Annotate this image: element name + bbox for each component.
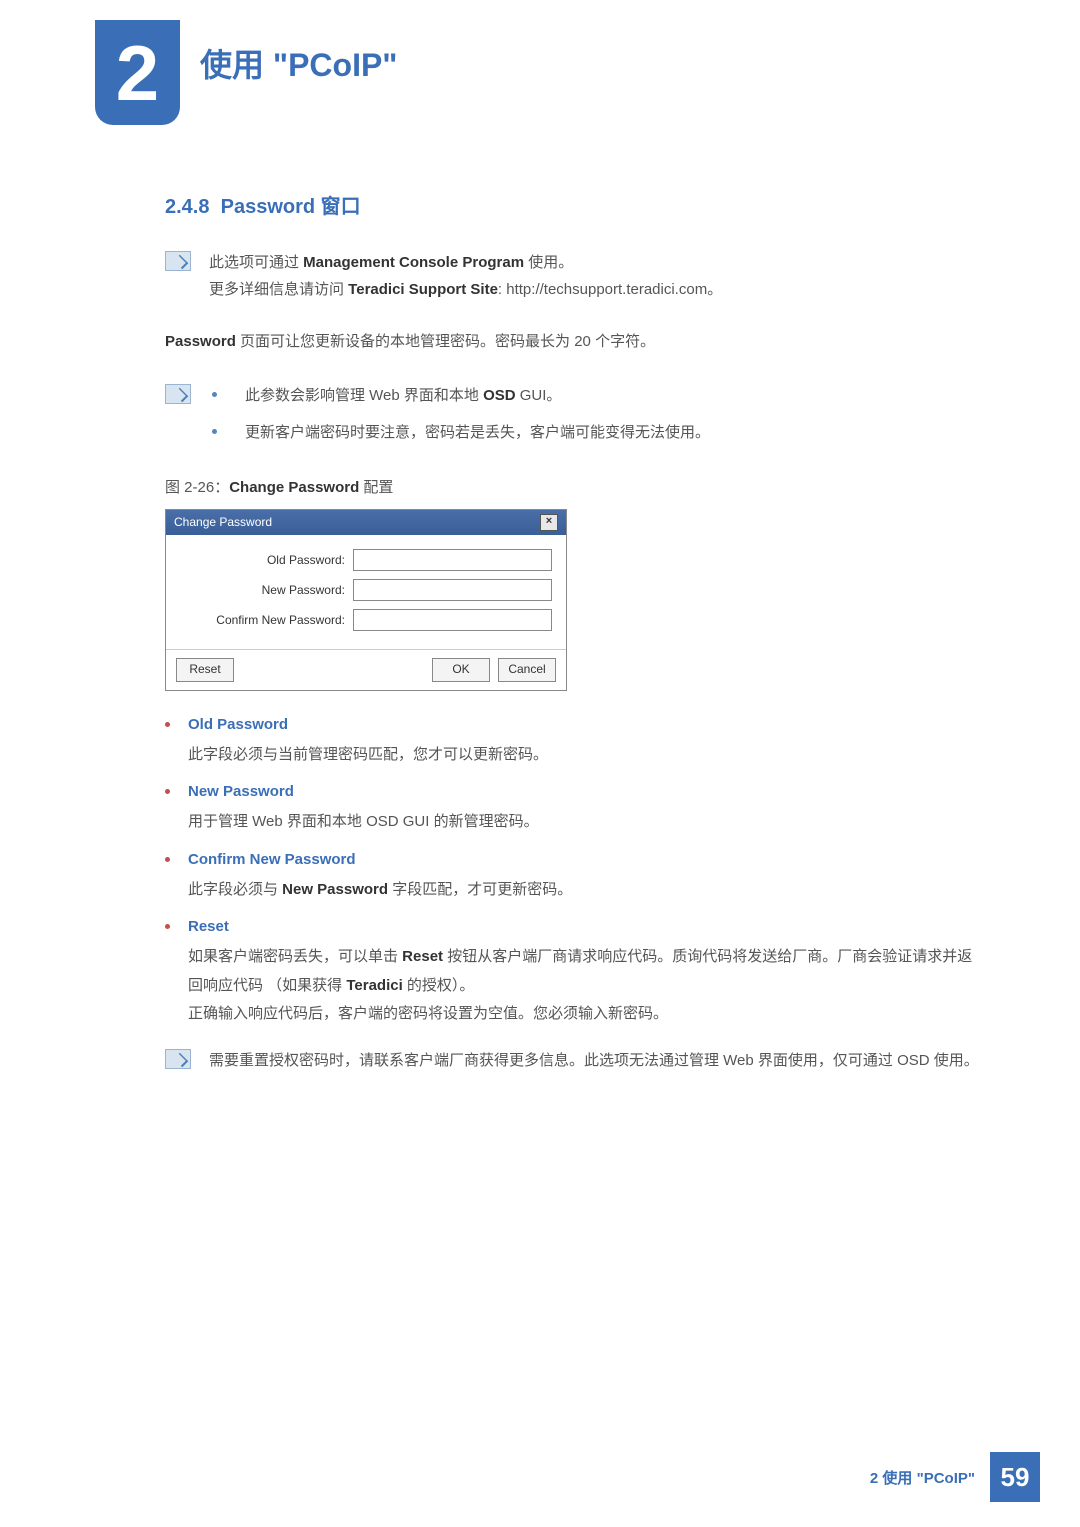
def-reset-b2: Teradici bbox=[346, 977, 402, 994]
note-block-2: 此参数会影响管理 Web 界面和本地 OSD GUI。 更新客户端密码时要注意，… bbox=[165, 382, 985, 456]
reset-button[interactable]: Reset bbox=[176, 658, 234, 682]
note3-text: 需要重置授权密码时，请联系客户端厂商获得更多信息。此选项无法通过管理 Web 界… bbox=[209, 1047, 979, 1074]
note1-l1-bold: Management Console Program bbox=[303, 254, 524, 271]
new-password-input[interactable] bbox=[353, 579, 552, 601]
bullet-dot bbox=[165, 789, 170, 794]
confirm-password-input[interactable] bbox=[353, 609, 552, 631]
body1-text: 页面可让您更新设备的本地管理密码。密码最长为 20 个字符。 bbox=[236, 333, 655, 350]
page-footer: 2 使用 "PCoIP" 59 bbox=[870, 1452, 1040, 1502]
bullet-dot bbox=[212, 392, 217, 397]
note1-l2-suffix: : http://techsupport.teradici.com。 bbox=[498, 281, 722, 298]
definition-list: Old Password 此字段必须与当前管理密码匹配，您才可以更新密码。 Ne… bbox=[165, 716, 985, 1029]
ok-button[interactable]: OK bbox=[432, 658, 490, 682]
bullet-dot bbox=[165, 857, 170, 862]
note2-b1-prefix: 此参数会影响管理 Web 界面和本地 bbox=[245, 387, 483, 404]
change-password-dialog: Change Password × Old Password: New Pass… bbox=[165, 509, 567, 691]
def-reset-s1: 的授权）。 bbox=[403, 977, 475, 994]
footer-text: 2 使用 "PCoIP" bbox=[870, 1467, 975, 1488]
section-number: 2.4.8 bbox=[165, 196, 209, 218]
bullet-dot bbox=[165, 722, 170, 727]
def-body-confirm: 此字段必须与 New Password 字段匹配，才可更新密码。 bbox=[188, 876, 985, 905]
note1-l1-suffix: 使用。 bbox=[524, 254, 573, 271]
note-block-3: 需要重置授权密码时，请联系客户端厂商获得更多信息。此选项无法通过管理 Web 界… bbox=[165, 1047, 985, 1074]
old-password-input[interactable] bbox=[353, 549, 552, 571]
chapter-badge: 2 bbox=[95, 20, 180, 125]
def-body-reset: 如果客户端密码丢失，可以单击 Reset 按钮从客户端厂商请求响应代码。质询代码… bbox=[188, 943, 985, 1029]
note2-b1-suffix: GUI。 bbox=[516, 387, 562, 404]
def-title-new: New Password bbox=[188, 783, 294, 800]
footer-page-number: 59 bbox=[990, 1452, 1040, 1502]
body1-bold: Password bbox=[165, 333, 236, 350]
cancel-button[interactable]: Cancel bbox=[498, 658, 556, 682]
note1-l2-bold: Teradici Support Site bbox=[348, 281, 498, 298]
figure-suffix: 配置 bbox=[359, 479, 393, 496]
bullet-dot bbox=[165, 924, 170, 929]
section-title: Password bbox=[221, 196, 315, 218]
new-password-label: New Password: bbox=[180, 583, 353, 597]
note2-b2: 更新客户端密码时要注意，密码若是丢失，客户端可能变得无法使用。 bbox=[245, 419, 710, 446]
chapter-title: 使用 "PCoIP" bbox=[200, 40, 397, 86]
def-reset-p1: 如果客户端密码丢失，可以单击 bbox=[188, 948, 402, 965]
section-heading: 2.4.8 Password 窗口 bbox=[165, 190, 985, 219]
note-icon bbox=[165, 384, 191, 404]
close-icon[interactable]: × bbox=[540, 514, 558, 531]
def-title-reset: Reset bbox=[188, 918, 229, 935]
note-icon bbox=[165, 1049, 191, 1069]
section-suffix: 窗口 bbox=[321, 196, 361, 218]
confirm-password-label: Confirm New Password: bbox=[180, 613, 353, 627]
figure-bold: Change Password bbox=[229, 479, 359, 496]
note1-l1-prefix: 此选项可通过 bbox=[209, 254, 303, 271]
def-body-new: 用于管理 Web 界面和本地 OSD GUI 的新管理密码。 bbox=[188, 808, 985, 837]
def-body-old: 此字段必须与当前管理密码匹配，您才可以更新密码。 bbox=[188, 741, 985, 770]
def-confirm-prefix: 此字段必须与 bbox=[188, 881, 282, 898]
old-password-label: Old Password: bbox=[180, 553, 353, 567]
note-icon bbox=[165, 251, 191, 271]
def-title-confirm: Confirm New Password bbox=[188, 851, 356, 868]
bullet-dot bbox=[212, 429, 217, 434]
note1-l2-prefix: 更多详细信息请访问 bbox=[209, 281, 348, 298]
def-confirm-suffix: 字段匹配，才可更新密码。 bbox=[388, 881, 572, 898]
def-title-old: Old Password bbox=[188, 716, 288, 733]
body-paragraph-1: Password 页面可让您更新设备的本地管理密码。密码最长为 20 个字符。 bbox=[165, 328, 985, 357]
def-reset-l2: 正确输入响应代码后，客户端的密码将设置为空值。您必须输入新密码。 bbox=[188, 1000, 985, 1029]
figure-caption: 图 2-26：Change Password 配置 bbox=[165, 476, 985, 497]
dialog-titlebar: Change Password × bbox=[166, 510, 566, 535]
def-confirm-bold: New Password bbox=[282, 881, 388, 898]
note2-b1-bold: OSD bbox=[483, 387, 516, 404]
chapter-number: 2 bbox=[116, 34, 159, 112]
def-reset-b1: Reset bbox=[402, 948, 443, 965]
figure-prefix: 图 2-26： bbox=[165, 479, 229, 496]
note-block-1: 此选项可通过 Management Console Program 使用。 更多… bbox=[165, 249, 985, 303]
dialog-title-text: Change Password bbox=[174, 515, 272, 529]
